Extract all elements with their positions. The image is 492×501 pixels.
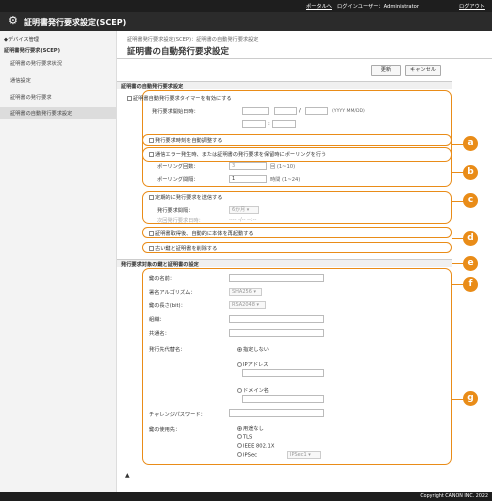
footer-left (0, 492, 117, 501)
polling-interval-hint: 時間 (1~24) (270, 177, 301, 183)
key-usage-label: 鍵の使用先： (149, 427, 181, 433)
san-label: 発行先代替名： (149, 347, 186, 353)
frame-g (142, 268, 452, 465)
sidebar-item-comm[interactable]: 通信設定 (10, 77, 31, 84)
start-minute-input[interactable] (272, 120, 296, 128)
polling-checkbox[interactable] (149, 151, 154, 157)
usage-ipsec-option[interactable]: IPSec (237, 452, 257, 459)
callout-e: e (463, 256, 478, 271)
breadcrumb: 証明書発行要求設定(SCEP)：証明書の自動発行要求設定 (127, 37, 259, 43)
next-value: ---- -/-- --:-- (229, 217, 257, 223)
usage-tls-radio[interactable] (237, 434, 242, 439)
callout-f: f (463, 277, 478, 292)
org-label: 組織： (149, 317, 165, 323)
gear-icon: ⚙ (8, 14, 18, 27)
cn-input[interactable] (229, 329, 324, 337)
san-none-option[interactable]: 指定しない (237, 346, 269, 353)
start-day-input[interactable] (305, 107, 328, 115)
san-domain-radio[interactable] (237, 387, 242, 393)
san-domain-input[interactable] (242, 395, 324, 403)
usage-tls-option[interactable]: TLS (237, 434, 252, 441)
san-ip-option[interactable]: IPアドレス (237, 361, 268, 368)
footer: Copyright CANON INC. 2022 (117, 492, 492, 501)
sidebar-item-auto-request[interactable]: 証明書の自動発行要求設定 (10, 110, 72, 117)
interval-label: 発行要求間隔： (157, 208, 194, 214)
challenge-input[interactable] (229, 409, 324, 417)
date-hint: (YYYY MM/DD) (332, 109, 365, 114)
key-name-label: 鍵の名前： (149, 276, 175, 282)
san-domain-option[interactable]: ドメイン名 (237, 387, 269, 394)
start-year-input[interactable] (242, 107, 269, 115)
san-ip-radio[interactable] (237, 361, 242, 367)
polling-count-input[interactable]: 3 (229, 162, 267, 170)
org-input[interactable] (229, 315, 324, 323)
periodic-enable[interactable]: 定期的に発行要求を送信する (149, 194, 222, 201)
key-len-select[interactable]: RSA2048 ▾ (229, 301, 266, 309)
cancel-button[interactable]: キャンセル (405, 65, 441, 76)
callout-a: a (463, 136, 478, 151)
sidebar: ◆デバイス管理 証明書発行要求(SCEP) 証明書の発行要求状況 通信設定 証明… (0, 31, 117, 492)
section-auto-request: 証明書の自動発行要求設定 (117, 81, 452, 90)
login-user: ログインユーザー：Administrator (337, 4, 419, 10)
section-key-cert: 発行要求対象の鍵と証明書の設定 (117, 259, 452, 268)
usage-none-radio[interactable] (237, 425, 242, 431)
ipsec-select[interactable]: IPSec1 ▾ (287, 451, 321, 459)
date-separator: / (299, 108, 301, 114)
sidebar-item-request[interactable]: 証明書の発行要求 (10, 94, 52, 101)
page-title: 証明書の自動発行要求設定 (127, 47, 230, 57)
portal-link[interactable]: ポータルへ (306, 3, 332, 10)
interval-select[interactable]: 6か月 ▾ (229, 206, 259, 214)
sidebar-item-status[interactable]: 証明書の発行要求状況 (10, 60, 62, 67)
restart-option[interactable]: 証明書取得後、自動的に本体を再起動する (149, 230, 254, 237)
callout-g: g (463, 391, 478, 406)
start-hour-input[interactable] (242, 120, 266, 128)
san-ip-input[interactable] (242, 369, 324, 377)
logout-link[interactable]: ログアウト (459, 3, 485, 10)
top-bar: ポータルへ ログインユーザー：Administrator ログアウト (0, 0, 492, 12)
sidebar-back-link[interactable]: ◆デバイス管理 (4, 36, 39, 43)
periodic-checkbox[interactable] (149, 194, 154, 200)
timer-checkbox[interactable] (127, 95, 132, 101)
copyright: Copyright CANON INC. 2022 (420, 493, 488, 499)
usage-none-option[interactable]: 用途なし (237, 425, 264, 432)
sidebar-group-title[interactable]: 証明書発行要求(SCEP) (4, 47, 60, 54)
usage-8021x-option[interactable]: IEEE 802.1X (237, 443, 274, 450)
polling-count-label: ポーリング回数： (157, 164, 199, 170)
app-title: 証明書発行要求設定(SCEP) (24, 18, 127, 27)
next-label: 次回発行要求日時： (157, 218, 204, 224)
title-bar: ⚙ 証明書発行要求設定(SCEP) (0, 12, 492, 31)
callout-b: b (463, 165, 478, 180)
key-name-input[interactable] (229, 274, 324, 282)
timer-enable[interactable]: 証明書自動発行要求タイマーを有効にする (127, 95, 232, 102)
polling-enable[interactable]: 通信エラー発生時、または証明書の発行要求を保留時にポーリングを行う (149, 151, 326, 158)
auto-adjust[interactable]: 発行要求時刻を自動調整する (149, 137, 222, 144)
sig-alg-select[interactable]: SHA256 ▾ (229, 288, 262, 296)
polling-count-hint: 回 (1~10) (270, 164, 296, 170)
start-month-input[interactable] (274, 107, 297, 115)
usage-ipsec-radio[interactable] (237, 452, 242, 457)
main-content: 証明書発行要求設定(SCEP)：証明書の自動発行要求設定 証明書の自動発行要求設… (117, 31, 492, 492)
divider (117, 58, 492, 59)
delete-old-option[interactable]: 古い鍵と証明書を削除する (149, 245, 217, 252)
auto-adjust-checkbox[interactable] (149, 137, 154, 143)
time-separator: : (268, 121, 270, 127)
cn-label: 共通名： (149, 331, 170, 337)
callout-c: c (463, 193, 478, 208)
restart-checkbox[interactable] (149, 230, 154, 236)
polling-interval-input[interactable]: 1 (229, 175, 267, 183)
san-none-radio[interactable] (237, 346, 242, 352)
scroll-top-icon[interactable]: ▲ (125, 472, 130, 479)
delete-old-checkbox[interactable] (149, 245, 154, 251)
sig-alg-label: 署名アルゴリズム： (149, 290, 196, 296)
usage-8021x-radio[interactable] (237, 443, 242, 448)
polling-interval-label: ポーリング間隔： (157, 177, 199, 183)
key-len-label: 鍵の長さ(bit)： (149, 303, 186, 309)
update-button[interactable]: 更新 (371, 65, 401, 76)
start-label: 発行要求開始日時： (152, 109, 199, 115)
challenge-label: チャレンジパスワード： (149, 412, 206, 418)
callout-d: d (463, 231, 478, 246)
